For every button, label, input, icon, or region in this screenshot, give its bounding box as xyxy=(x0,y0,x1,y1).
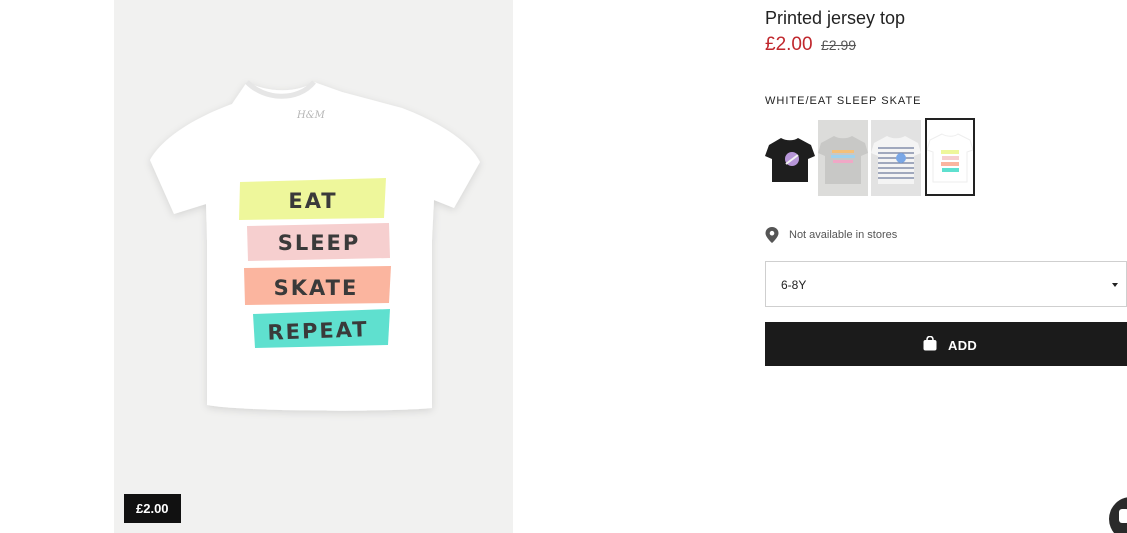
caret-down-icon xyxy=(1112,283,1118,287)
svg-text:H&M: H&M xyxy=(296,110,326,121)
print-line-repeat: REPEAT xyxy=(267,317,369,345)
swatch-grey-rainbow[interactable] xyxy=(818,120,868,196)
price-row: £2.00 £2.99 xyxy=(765,34,856,56)
swatch-black-unicorn[interactable] xyxy=(765,120,815,196)
black-tshirt-thumbnail xyxy=(765,138,815,182)
add-to-bag-button[interactable]: ADD xyxy=(765,322,1127,366)
size-select[interactable]: 6-8Y xyxy=(765,261,1127,307)
add-button-label: ADD xyxy=(948,338,978,353)
availability-text: Not available in stores xyxy=(789,229,898,241)
print-line-skate: SKATE xyxy=(274,276,359,300)
striped-tshirt-thumbnail xyxy=(871,136,921,184)
swatch-striped[interactable] xyxy=(871,120,921,196)
price-original: £2.99 xyxy=(821,37,857,53)
map-pin-icon xyxy=(765,227,779,243)
image-price-tag: £2.00 xyxy=(124,494,181,523)
product-title: Printed jersey top xyxy=(765,8,906,28)
selected-color-label: WHITE/EAT SLEEP SKATE xyxy=(765,95,922,107)
tshirt-illustration: H&M EAT SLEEP SKATE REPEAT xyxy=(150,80,480,411)
chat-icon xyxy=(1119,509,1127,523)
color-swatches xyxy=(765,118,980,198)
white-tshirt-thumbnail xyxy=(927,133,973,183)
grey-tshirt-thumbnail xyxy=(818,136,868,184)
print-line-sleep: SLEEP xyxy=(278,231,361,255)
product-info: Printed jersey top £2.00 £2.99 WHITE/EAT… xyxy=(765,0,1127,533)
swatch-white-eat-sleep-skate[interactable] xyxy=(925,118,975,196)
product-image[interactable]: H&M EAT SLEEP SKATE REPEAT £2.00 xyxy=(114,0,513,533)
size-select-value: 6-8Y xyxy=(781,278,807,292)
product-page: H&M EAT SLEEP SKATE REPEAT £2.00 Printed… xyxy=(0,0,1127,533)
print-line-eat: EAT xyxy=(288,189,337,213)
shopping-bag-icon xyxy=(923,336,937,351)
price-current: £2.00 xyxy=(765,34,813,55)
